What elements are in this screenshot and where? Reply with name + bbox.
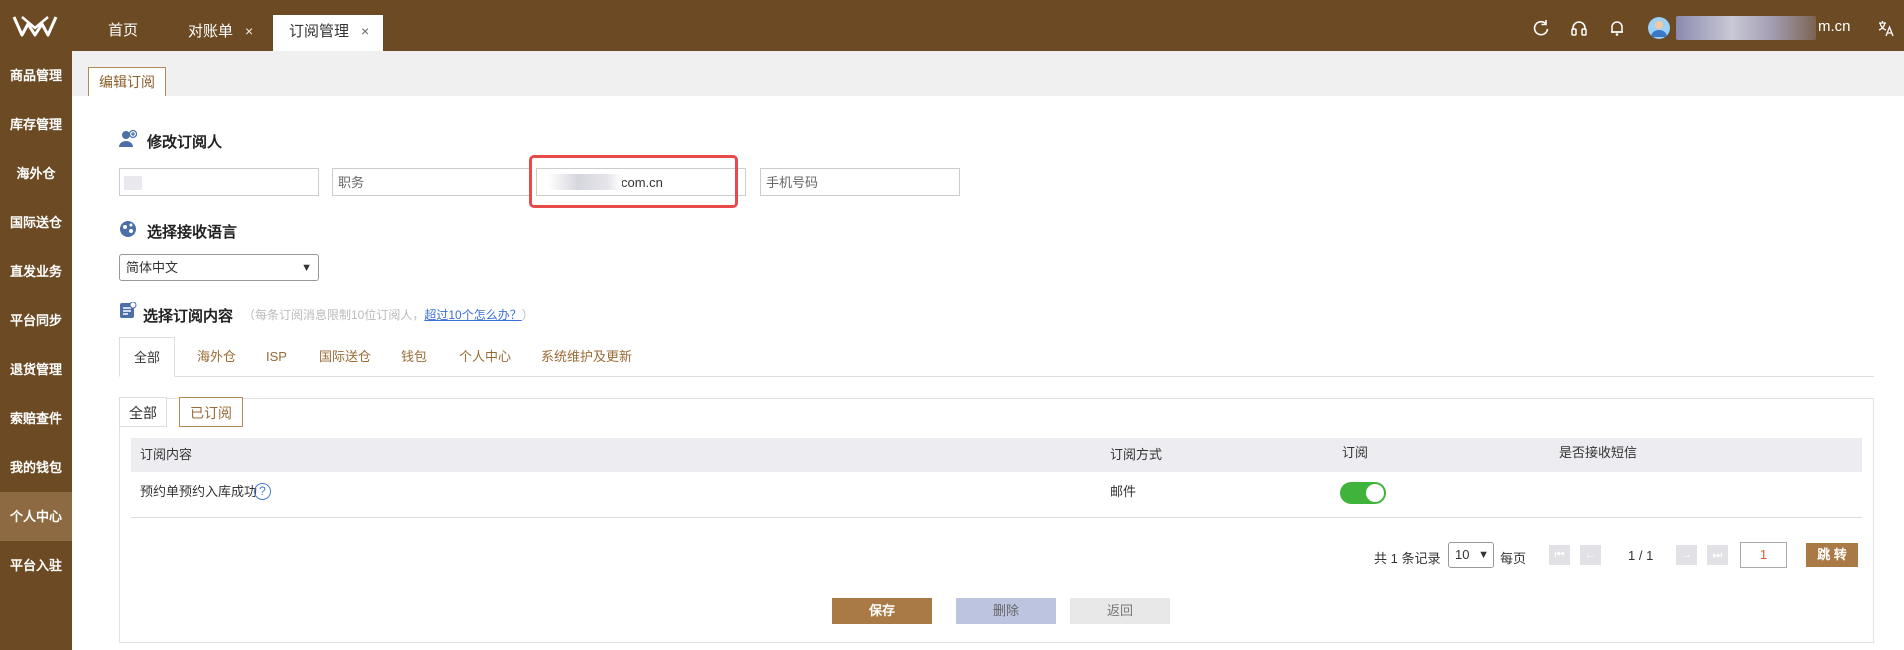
- sidebar-item-personal-center[interactable]: 个人中心: [0, 492, 72, 541]
- section-title-language: 选择接收语言: [147, 224, 238, 241]
- tab-category-wallet[interactable]: 钱包: [401, 337, 427, 377]
- sidebar-item-platform-onboarding[interactable]: 平台入驻: [0, 541, 72, 590]
- chevron-down-icon: ▼: [1478, 549, 1489, 561]
- tab-category-all[interactable]: 全部: [119, 337, 176, 377]
- toggle-knob: [1366, 484, 1384, 502]
- cell-method: 邮件: [1110, 484, 1137, 499]
- help-icon[interactable]: ?: [254, 483, 271, 500]
- sidebar-item-wallet[interactable]: 我的钱包: [0, 443, 72, 492]
- subscription-content-icon: [120, 302, 137, 318]
- avatar[interactable]: [1648, 17, 1670, 39]
- page-size-select[interactable]: 10 ▼: [1448, 542, 1494, 568]
- close-icon[interactable]: ×: [245, 23, 253, 39]
- prev-page-icon[interactable]: ←: [1580, 545, 1601, 565]
- column-header-sms: 是否接收短信: [1559, 445, 1638, 460]
- next-page-icon[interactable]: →: [1676, 545, 1697, 565]
- first-page-icon[interactable]: ⏮: [1549, 545, 1570, 565]
- position-field[interactable]: [332, 168, 532, 196]
- sidebar-item-label: 海外仓: [16, 166, 56, 181]
- sidebar-item-platform-sync[interactable]: 平台同步: [0, 296, 72, 345]
- sidebar-item-label: 我的钱包: [9, 460, 62, 475]
- sidebar-item-direct-shipping[interactable]: 直发业务: [0, 247, 72, 296]
- user-edit-icon: [119, 130, 137, 147]
- column-header-subscribe: 订阅: [1342, 445, 1369, 460]
- hint-suffix: ）: [521, 308, 534, 322]
- name-redacted: [124, 176, 142, 190]
- sidebar-item-label: 直发业务: [9, 264, 62, 279]
- back-button[interactable]: 返回: [1070, 598, 1170, 624]
- filter-tab-all[interactable]: 全部: [119, 397, 167, 427]
- language-icon: [120, 221, 136, 237]
- table-row: 预约单预约入库成功 邮件: [131, 472, 1862, 518]
- sidebar-item-inventory[interactable]: 库存管理: [0, 100, 72, 149]
- language-select[interactable]: 简体中文 ▼: [119, 254, 319, 281]
- phone-field[interactable]: [760, 168, 960, 196]
- hint-prefix: （每条订阅消息限制10位订阅人，: [243, 308, 425, 322]
- total-records: 共 1 条记录: [1374, 551, 1441, 566]
- table-header: 订阅内容 订阅方式 订阅 是否接收短信: [131, 438, 1862, 472]
- logo-icon[interactable]: [12, 14, 58, 38]
- tab-label: 对账单: [188, 23, 234, 40]
- page-size-value: 10: [1455, 547, 1470, 562]
- section-title-content: 选择订阅内容: [143, 308, 234, 325]
- sidebar-item-claims[interactable]: 索赔查件: [0, 394, 72, 443]
- user-email[interactable]: m.cn: [1818, 18, 1851, 35]
- sidebar-item-label: 平台入驻: [9, 558, 62, 573]
- name-field[interactable]: [119, 168, 319, 196]
- sidebar-item-products[interactable]: 商品管理: [0, 51, 72, 100]
- page-number-input[interactable]: 1: [1740, 542, 1787, 568]
- tab-category-international-delivery[interactable]: 国际送仓: [319, 337, 371, 377]
- tab-subscription-management[interactable]: 订阅管理 ×: [273, 15, 383, 51]
- top-bar: 首页 对账单 × 订阅管理 × m.cn: [0, 0, 1904, 51]
- sidebar-item-label: 索赔查件: [9, 411, 62, 426]
- save-button[interactable]: 保存: [832, 598, 932, 624]
- last-page-icon[interactable]: ⏭: [1707, 545, 1728, 565]
- headset-icon[interactable]: [1570, 19, 1588, 37]
- chevron-down-icon: ▼: [301, 262, 312, 274]
- tab-category-system-maintenance[interactable]: 系统维护及更新: [541, 337, 632, 377]
- tab-edit-subscription[interactable]: 编辑订阅: [88, 67, 166, 96]
- sidebar-item-label: 库存管理: [9, 117, 62, 132]
- sidebar-item-label: 商品管理: [9, 68, 62, 83]
- sidebar-item-label: 个人中心: [9, 509, 62, 524]
- column-header-method: 订阅方式: [1110, 447, 1163, 462]
- tab-category-overseas-warehouse[interactable]: 海外仓: [197, 337, 236, 377]
- close-icon[interactable]: ×: [361, 23, 369, 39]
- subscribe-toggle[interactable]: [1340, 482, 1386, 504]
- sidebar-item-label: 国际送仓: [9, 215, 62, 230]
- cell-content: 预约单预约入库成功: [140, 484, 258, 499]
- translate-icon[interactable]: [1877, 19, 1895, 37]
- per-page-label: 每页: [1500, 551, 1527, 566]
- sidebar-item-label: 平台同步: [9, 313, 62, 328]
- category-tabs: 全部 海外仓 ISP 国际送仓 钱包 个人中心 系统维护及更新: [119, 337, 1874, 377]
- sidebar-item-label: 退货管理: [9, 362, 62, 377]
- refresh-icon[interactable]: [1532, 19, 1550, 37]
- delete-button[interactable]: 删除: [956, 598, 1056, 624]
- filter-tab-subscribed[interactable]: 已订阅: [179, 397, 243, 427]
- tab-label: 首页: [108, 22, 139, 39]
- tab-statement[interactable]: 对账单 ×: [188, 15, 253, 51]
- section-title-subscriber: 修改订阅人: [147, 134, 223, 151]
- bell-icon[interactable]: [1608, 19, 1626, 37]
- tab-category-personal-center[interactable]: 个人中心: [459, 337, 511, 377]
- tab-home[interactable]: 首页: [108, 15, 138, 51]
- subscriber-limit-hint: （每条订阅消息限制10位订阅人，超过10个怎么办？）: [243, 306, 534, 323]
- over-limit-help-link[interactable]: 超过10个怎么办？: [424, 308, 521, 322]
- user-name-redacted: [1676, 16, 1816, 40]
- sidebar-item-overseas-warehouse[interactable]: 海外仓: [0, 149, 72, 198]
- page-info: 1 / 1: [1628, 548, 1654, 563]
- sidebar-item-returns[interactable]: 退货管理: [0, 345, 72, 394]
- highlight-box: [529, 155, 738, 208]
- language-selected-value: 简体中文: [126, 260, 179, 275]
- tab-category-isp[interactable]: ISP: [266, 337, 287, 377]
- sidebar-item-international-delivery[interactable]: 国际送仓: [0, 198, 72, 247]
- column-header-content: 订阅内容: [140, 447, 193, 462]
- jump-button[interactable]: 跳 转: [1806, 543, 1858, 567]
- sidebar: 商品管理 库存管理 海外仓 国际送仓 直发业务 平台同步 退货管理 索赔查件 我…: [0, 51, 72, 650]
- tab-label: 订阅管理: [289, 23, 350, 40]
